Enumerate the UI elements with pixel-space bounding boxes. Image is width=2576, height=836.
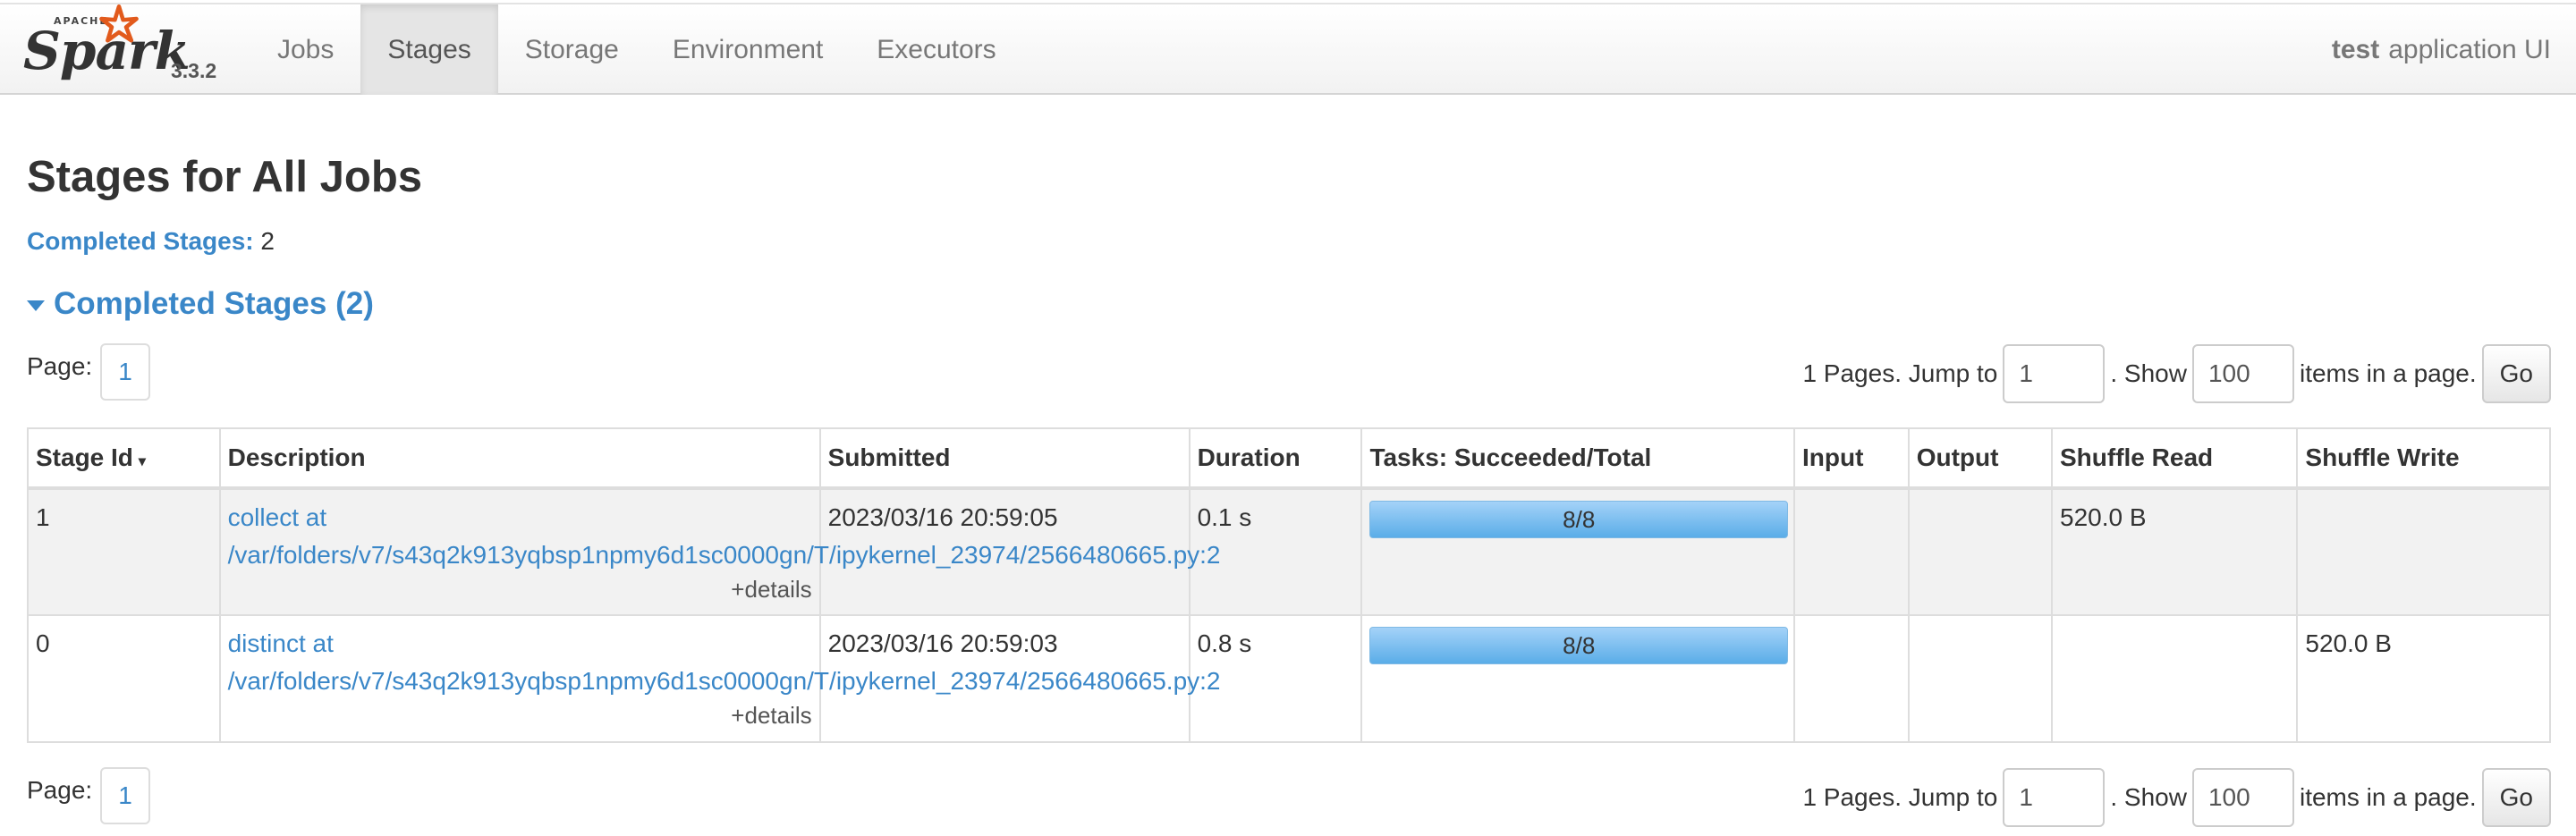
completed-stages-toggle[interactable]: Completed Stages (2) bbox=[27, 286, 374, 322]
col-stage-id[interactable]: Stage Id ▾ bbox=[27, 427, 221, 489]
summary-label-link[interactable]: Completed Stages: bbox=[27, 227, 254, 255]
table-header-row: Stage Id ▾ Description Submitted Duration… bbox=[27, 427, 2551, 489]
shuffle-read-cell: 520.0 B bbox=[2050, 486, 2299, 616]
description-cell: collect at/var/folders/v7/s43q2k913yqbsp… bbox=[218, 486, 1221, 616]
shuffle-read-cell bbox=[2050, 614, 2299, 743]
items-text: items in a page. bbox=[2299, 783, 2477, 811]
spark-logo[interactable]: APACHE Spark 3.3.2 bbox=[21, 4, 227, 90]
tasks-progress-bar: 8/8 bbox=[1369, 627, 1789, 664]
app-title: test application UI bbox=[2332, 4, 2551, 95]
tab-environment[interactable]: Environment bbox=[646, 4, 850, 95]
tasks-progress-bar: 8/8 bbox=[1369, 501, 1789, 538]
col-submitted[interactable]: Submitted bbox=[818, 427, 1191, 489]
page-title: Stages for All Jobs bbox=[27, 153, 423, 201]
section-title: Completed Stages (2) bbox=[54, 286, 374, 321]
pagination-top: Page: 1 1 Pages. Jump to . Show items in… bbox=[27, 343, 2551, 404]
spark-star-icon bbox=[98, 4, 140, 50]
tab-stages[interactable]: Stages bbox=[360, 4, 498, 95]
show-text: . Show bbox=[2110, 359, 2187, 387]
input-cell bbox=[1793, 486, 1910, 616]
pagination-controls: 1 Pages. Jump to . Show items in a page.… bbox=[1802, 767, 2551, 828]
stage-id-cell: 0 bbox=[27, 614, 221, 743]
page-label: Page: bbox=[27, 352, 93, 380]
col-shuffle-write[interactable]: Shuffle Write bbox=[2296, 427, 2551, 489]
col-duration[interactable]: Duration bbox=[1188, 427, 1363, 489]
top-navbar: APACHE Spark 3.3.2 Jobs Stages Storage E… bbox=[0, 3, 2576, 95]
summary-completed-stages: Completed Stages: 2 bbox=[27, 227, 275, 256]
col-description[interactable]: Description bbox=[218, 427, 821, 489]
page-label: Page: bbox=[27, 776, 93, 804]
tab-executors[interactable]: Executors bbox=[850, 4, 1022, 95]
pages-text: 1 Pages. Jump to bbox=[1802, 783, 1998, 811]
items-text: items in a page. bbox=[2299, 359, 2477, 387]
spark-version: 3.3.2 bbox=[171, 59, 217, 82]
page-number-button[interactable]: 1 bbox=[100, 767, 150, 824]
shuffle-write-cell bbox=[2296, 486, 2551, 616]
stage-description-link[interactable]: collect at/var/folders/v7/s43q2k913yqbsp… bbox=[228, 499, 1221, 574]
collapse-triangle-icon bbox=[27, 300, 45, 311]
table-row: 1 collect at/var/folders/v7/s43q2k913yqb… bbox=[27, 486, 2551, 616]
pagination-bottom: Page: 1 1 Pages. Jump to . Show items in… bbox=[27, 767, 2551, 828]
app-name: test bbox=[2331, 34, 2380, 64]
details-toggle[interactable]: +details bbox=[228, 702, 811, 729]
stages-table: Stage Id ▾ Description Submitted Duration… bbox=[27, 427, 2551, 743]
col-shuffle-read[interactable]: Shuffle Read bbox=[2050, 427, 2299, 489]
col-output[interactable]: Output bbox=[1907, 427, 2054, 489]
details-toggle[interactable]: +details bbox=[228, 576, 811, 603]
jump-to-page-input[interactable] bbox=[2003, 344, 2106, 403]
pages-text: 1 Pages. Jump to bbox=[1802, 359, 1998, 387]
stage-description-link[interactable]: distinct at/var/folders/v7/s43q2k913yqbs… bbox=[228, 625, 1221, 700]
input-cell bbox=[1793, 614, 1910, 743]
col-input[interactable]: Input bbox=[1793, 427, 1910, 489]
tasks-cell: 8/8 bbox=[1360, 614, 1796, 743]
tasks-cell: 8/8 bbox=[1360, 486, 1796, 616]
show-text: . Show bbox=[2110, 783, 2187, 811]
page-size-input[interactable] bbox=[2191, 768, 2294, 827]
page-number-button[interactable]: 1 bbox=[100, 343, 150, 401]
tab-jobs[interactable]: Jobs bbox=[250, 4, 360, 95]
app-title-suffix: application UI bbox=[2388, 34, 2551, 64]
summary-value: 2 bbox=[260, 227, 275, 255]
tab-storage[interactable]: Storage bbox=[498, 4, 646, 95]
output-cell bbox=[1907, 614, 2054, 743]
description-cell: distinct at/var/folders/v7/s43q2k913yqbs… bbox=[218, 614, 1221, 743]
table-row: 0 distinct at/var/folders/v7/s43q2k913yq… bbox=[27, 614, 2551, 743]
jump-to-page-input[interactable] bbox=[2003, 768, 2106, 827]
pagination-controls: 1 Pages. Jump to . Show items in a page.… bbox=[1802, 343, 2551, 404]
nav-tabs: Jobs Stages Storage Environment Executor… bbox=[250, 4, 1023, 95]
go-button[interactable]: Go bbox=[2481, 344, 2551, 403]
page-size-input[interactable] bbox=[2191, 344, 2294, 403]
output-cell bbox=[1907, 486, 2054, 616]
sort-desc-icon: ▾ bbox=[138, 454, 146, 469]
go-button[interactable]: Go bbox=[2481, 768, 2551, 827]
shuffle-write-cell: 520.0 B bbox=[2296, 614, 2551, 743]
stage-id-cell: 1 bbox=[27, 486, 221, 616]
col-tasks[interactable]: Tasks: Succeeded/Total bbox=[1360, 427, 1796, 489]
